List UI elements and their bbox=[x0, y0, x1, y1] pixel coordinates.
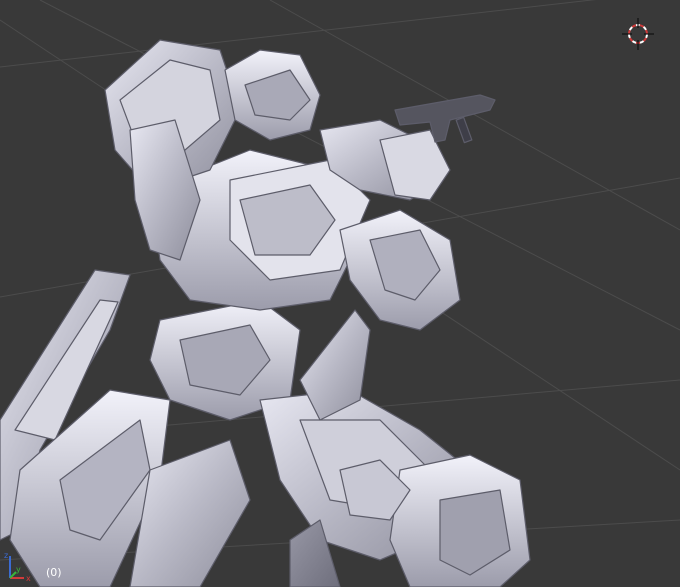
viewport-scene[interactable] bbox=[0, 0, 680, 587]
grid-line bbox=[0, 0, 597, 68]
model-part bbox=[455, 116, 473, 144]
frame-label: (0) bbox=[46, 566, 62, 579]
mecha-model bbox=[0, 39, 531, 587]
3d-cursor-icon[interactable] bbox=[618, 18, 658, 58]
axes-gizmo-icon: z x y bbox=[4, 551, 31, 583]
axis-y-label: y bbox=[16, 565, 21, 574]
axis-z-label: z bbox=[4, 551, 8, 560]
axis-x-label: x bbox=[26, 574, 31, 583]
3d-viewport[interactable]: z x y (0) bbox=[0, 0, 680, 587]
